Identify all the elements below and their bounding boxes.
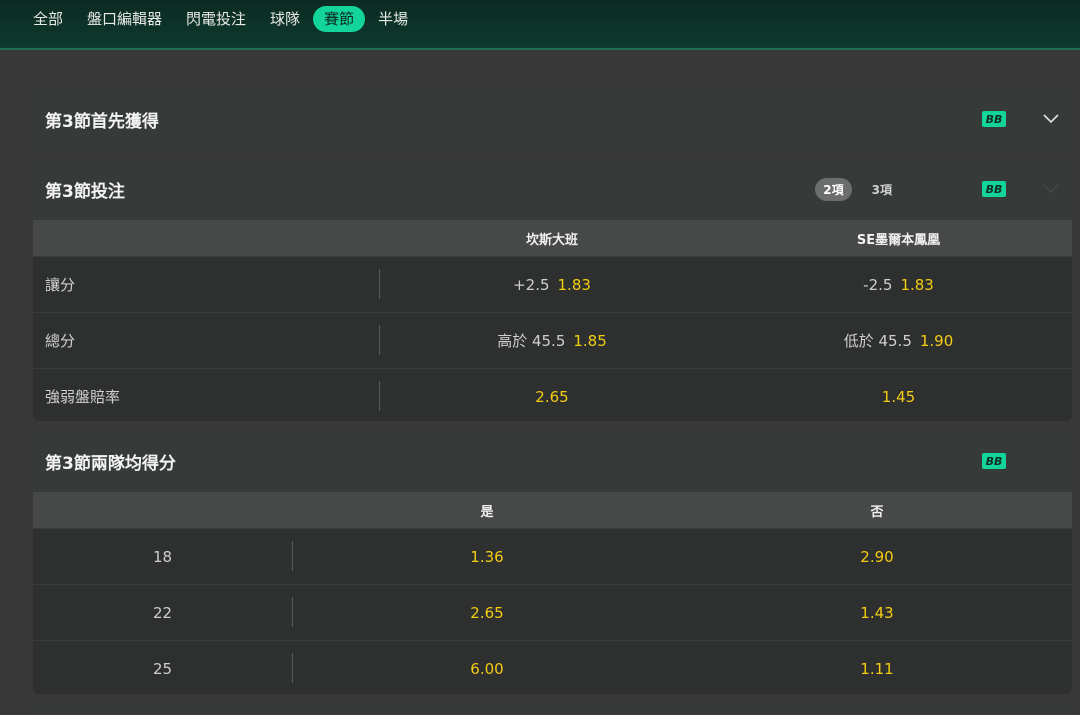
odds-button[interactable]: 2.65 — [379, 388, 725, 406]
market-filter-tabs: 全部 盤口編輯器 閃電投注 球隊 賽節 半場 — [22, 6, 419, 32]
odds-value: 2.65 — [470, 603, 504, 622]
total-line: 低於 45.5 — [843, 332, 912, 350]
row-label: 22 — [33, 604, 292, 622]
odds-value: 1.36 — [470, 547, 504, 566]
odds-value: 1.11 — [860, 659, 894, 678]
column-header-row: 坎斯大班 SE墨爾本鳳凰 — [33, 220, 1072, 256]
market-header[interactable]: 第3節首先獲得 BB — [33, 88, 1072, 150]
points-threshold: 25 — [152, 659, 173, 678]
table-row: 總分 高於 45.5 1.85 低於 45.5 1.90 — [33, 312, 1072, 368]
table-row: 讓分 +2.5 1.83 -2.5 1.83 — [33, 256, 1072, 312]
market-title: 第3節兩隊均得分 — [45, 453, 176, 474]
odds-button[interactable]: 6.00 — [292, 660, 682, 678]
column-header-away: SE墨爾本鳳凰 — [856, 232, 941, 248]
divider — [379, 325, 380, 355]
column-header-row: 是 否 — [33, 492, 1072, 528]
odds-value: 1.83 — [557, 275, 591, 294]
tab-half[interactable]: 半場 — [367, 6, 419, 32]
market-header[interactable]: 第3節兩隊均得分 BB — [33, 430, 1072, 492]
odds-value: 6.00 — [470, 659, 504, 678]
table-row: 25 6.00 1.11 — [33, 640, 1072, 694]
market-both-teams-score: 第3節兩隊均得分 BB 是 否 18 1.36 2.90 22 2.65 1.4… — [33, 430, 1072, 694]
selection-count-toggle: 2項 3項 — [815, 177, 900, 201]
odds-button[interactable]: 1.36 — [292, 548, 682, 566]
chevron-up-icon[interactable] — [1042, 180, 1060, 198]
handicap-line: +2.5 — [513, 275, 550, 294]
odds-value: 2.90 — [860, 547, 894, 566]
odds-button[interactable]: 1.11 — [682, 660, 1072, 678]
odds-value: 1.90 — [919, 331, 954, 350]
divider — [292, 653, 293, 683]
row-label: 25 — [33, 660, 292, 678]
tab-flash-bet[interactable]: 閃電投注 — [175, 6, 257, 32]
odds-button[interactable]: -2.5 1.83 — [725, 276, 1072, 294]
column-header-home: 坎斯大班 — [525, 232, 578, 248]
market-quarter-bet: 第3節投注 2項 3項 BB 坎斯大班 SE墨爾本鳳凰 讓分 +2.5 1.83… — [33, 158, 1072, 421]
toggle-2-way[interactable]: 2項 — [815, 177, 852, 201]
odds-value: 1.85 — [573, 331, 607, 350]
tab-teams[interactable]: 球隊 — [259, 6, 311, 32]
total-line: 高於 45.5 — [497, 332, 566, 350]
column-header-yes: 是 — [480, 504, 494, 520]
odds-button[interactable]: 2.65 — [292, 604, 682, 622]
odds-value: 2.65 — [535, 387, 569, 406]
table-row: 強弱盤賠率 2.65 1.45 — [33, 368, 1072, 421]
odds-value: 1.43 — [860, 603, 894, 622]
odds-value: 1.83 — [900, 275, 934, 294]
points-threshold: 22 — [152, 603, 173, 622]
odds-value: 1.45 — [881, 387, 916, 406]
odds-button[interactable]: 低於 45.5 1.90 — [725, 330, 1072, 351]
column-header-no: 否 — [870, 504, 884, 520]
bet-builder-badge: BB — [982, 181, 1006, 197]
tab-all[interactable]: 全部 — [22, 6, 74, 32]
market-title: 第3節首先獲得 — [45, 111, 159, 132]
odds-button[interactable]: 2.90 — [682, 548, 1072, 566]
toggle-3-way[interactable]: 3項 — [864, 178, 900, 201]
bet-builder-badge: BB — [982, 111, 1006, 127]
divider — [292, 597, 293, 627]
divider — [379, 381, 380, 411]
divider — [292, 541, 293, 571]
top-nav-bar: 全部 盤口編輯器 閃電投注 球隊 賽節 半場 — [0, 0, 1080, 50]
table-row: 18 1.36 2.90 — [33, 528, 1072, 584]
row-label: 強弱盤賠率 — [45, 388, 121, 406]
row-label: 讓分 — [45, 276, 76, 294]
market-header[interactable]: 第3節投注 2項 3項 BB — [33, 158, 1072, 220]
handicap-line: -2.5 — [863, 275, 893, 294]
chevron-down-icon[interactable] — [1042, 110, 1060, 128]
divider — [379, 269, 380, 299]
market-title: 第3節投注 — [45, 181, 125, 202]
row-label: 總分 — [45, 332, 76, 350]
market-first-to-score: 第3節首先獲得 BB — [33, 88, 1072, 150]
chevron-up-icon[interactable] — [1042, 452, 1060, 470]
tab-quarters[interactable]: 賽節 — [313, 6, 366, 32]
odds-button[interactable]: 高於 45.5 1.85 — [379, 330, 725, 351]
points-threshold: 18 — [152, 547, 173, 566]
bet-builder-badge: BB — [982, 453, 1006, 469]
tab-market-editor[interactable]: 盤口編輯器 — [76, 6, 173, 32]
odds-button[interactable]: 1.45 — [725, 388, 1072, 406]
odds-button[interactable]: 1.43 — [682, 604, 1072, 622]
row-label: 18 — [33, 548, 292, 566]
table-row: 22 2.65 1.43 — [33, 584, 1072, 640]
odds-button[interactable]: +2.5 1.83 — [379, 276, 725, 294]
market-collapsed-next[interactable] — [33, 703, 1072, 715]
